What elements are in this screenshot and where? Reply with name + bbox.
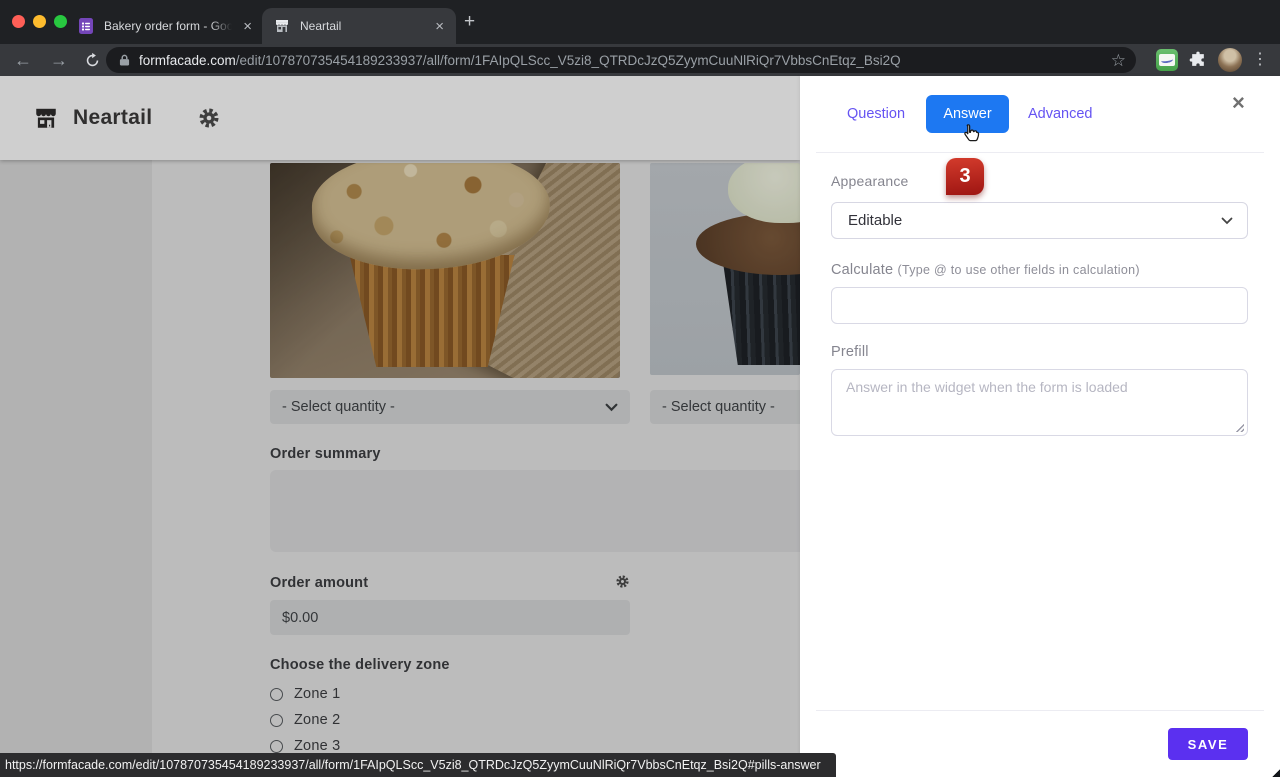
address-bar[interactable]: formfacade.com/edit/10787073545418923393… xyxy=(106,47,1136,73)
calculate-label: Calculate xyxy=(831,262,893,278)
lock-icon xyxy=(119,53,130,67)
panel-divider xyxy=(816,152,1264,153)
calculate-input[interactable] xyxy=(831,287,1248,324)
tab-title: Neartail xyxy=(300,19,341,33)
hand-cursor-icon xyxy=(960,122,982,151)
toolbar-extensions: ⋮ xyxy=(1156,44,1280,76)
answer-settings-panel: × Question Answer Advanced 3 Appearance … xyxy=(800,76,1280,777)
url-domain: formfacade.com xyxy=(139,53,236,68)
tab-question[interactable]: Question xyxy=(847,106,905,122)
reload-icon[interactable] xyxy=(84,52,101,69)
profile-avatar[interactable] xyxy=(1218,48,1242,72)
appearance-label: Appearance xyxy=(831,173,909,189)
tab-google-forms[interactable]: Bakery order form - Google For × xyxy=(66,8,258,44)
calculate-hint: (Type @ to use other fields in calculati… xyxy=(897,263,1139,277)
puzzle-extensions-icon[interactable] xyxy=(1188,50,1208,70)
back-icon[interactable]: ← xyxy=(14,51,32,69)
status-bar: https://formfacade.com/edit/107870735454… xyxy=(0,753,836,777)
browser-toolbar: ← → formfacade.com/edit/1078707354541892… xyxy=(0,44,1280,76)
calculate-label-row: Calculate (Type @ to use other fields in… xyxy=(831,262,1140,278)
window-controls xyxy=(12,15,67,28)
appearance-select[interactable]: Editable xyxy=(831,202,1248,239)
browser-menu-icon[interactable]: ⋮ xyxy=(1252,52,1268,68)
prefill-textarea[interactable]: Answer in the widget when the form is lo… xyxy=(831,369,1248,436)
tab-title: Bakery order form - Google For xyxy=(104,19,232,33)
tab-close-icon[interactable]: × xyxy=(435,19,444,34)
google-forms-icon xyxy=(78,18,94,34)
modal-dim-overlay xyxy=(0,76,800,777)
resize-handle[interactable] xyxy=(1234,422,1244,432)
tab-neartail[interactable]: Neartail × xyxy=(262,8,456,44)
window-minimize-button[interactable] xyxy=(33,15,46,28)
status-url: https://formfacade.com/edit/107870735454… xyxy=(5,758,821,772)
storefront-icon xyxy=(274,18,290,34)
url-path: /edit/107870735454189233937/all/form/1FA… xyxy=(236,53,901,68)
browser-window: Bakery order form - Google For × Neartai… xyxy=(0,0,1280,777)
mail-extension-icon[interactable] xyxy=(1156,49,1178,71)
tab-advanced[interactable]: Advanced xyxy=(1028,106,1093,122)
browser-tab-bar: Bakery order form - Google For × Neartai… xyxy=(0,0,1280,44)
prefill-placeholder: Answer in the widget when the form is lo… xyxy=(846,379,1128,395)
bookmark-star-icon[interactable]: ☆ xyxy=(1111,52,1126,69)
save-button[interactable]: SAVE xyxy=(1168,728,1248,760)
form-editor-page: Neartail - Select quantity - xyxy=(0,76,800,777)
prefill-label: Prefill xyxy=(831,344,869,360)
panel-close-icon[interactable]: × xyxy=(1232,92,1245,114)
panel-divider xyxy=(816,710,1264,711)
url-text: formfacade.com/edit/10787073545418923393… xyxy=(139,53,1103,68)
tab-close-icon[interactable]: × xyxy=(243,19,252,34)
page-corner-mark xyxy=(1271,769,1280,777)
window-close-button[interactable] xyxy=(12,15,25,28)
new-tab-button[interactable]: + xyxy=(464,12,475,32)
chevron-down-icon xyxy=(1221,217,1233,225)
appearance-value: Editable xyxy=(848,212,902,229)
tutorial-step-badge: 3 xyxy=(946,158,984,195)
forward-icon[interactable]: → xyxy=(50,51,68,69)
